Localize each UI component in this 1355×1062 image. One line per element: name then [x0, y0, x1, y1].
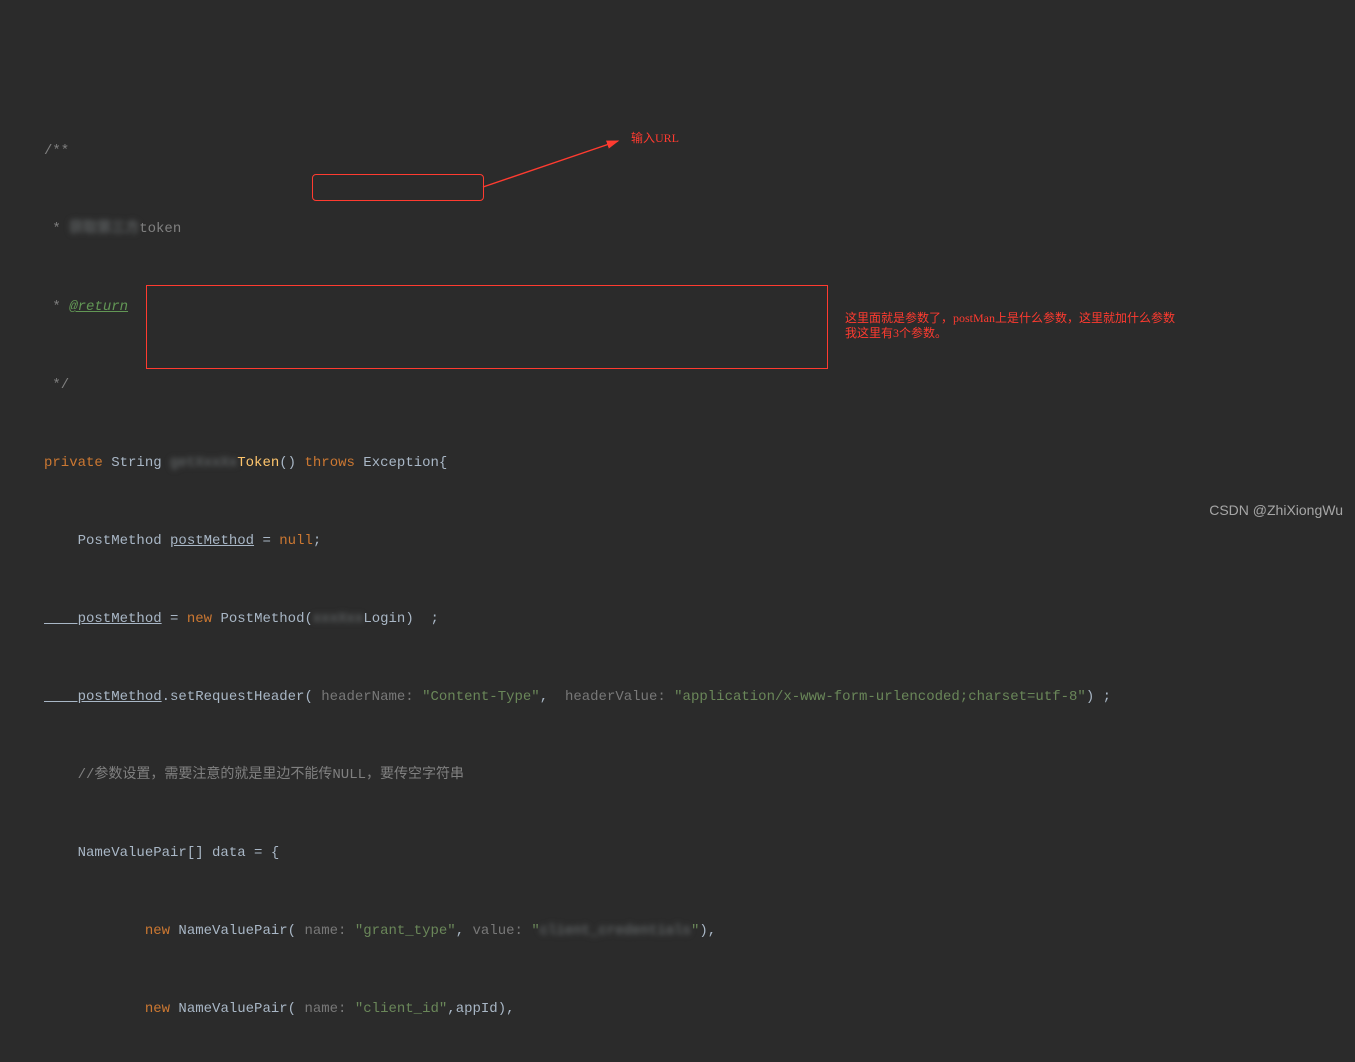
code-line: NameValuePair[] data = { — [44, 840, 1355, 866]
comment-close: */ — [44, 377, 69, 393]
javadoc-return-tag: @return — [69, 299, 128, 315]
annotation-label-params: 这里面就是参数了，postMan上是什么参数，这里就加什么参数 我这里有3个参数… — [845, 311, 1335, 341]
blurred-text: 获取第三方 — [69, 221, 139, 237]
param-hint: headerValue: — [565, 689, 674, 705]
blurred-url-arg: xxxXxx — [313, 611, 363, 627]
code-line: //参数设置，需要注意的就是里边不能传NULL，要传空字符串 — [44, 762, 1355, 788]
code-line: new NameValuePair( name: "client_id",app… — [44, 996, 1355, 1022]
annotation-label-url: 输入URL — [631, 131, 679, 146]
code-line: */ — [44, 372, 1355, 398]
code-line: /** — [44, 138, 1355, 164]
code-line: * 获取第三方token — [44, 216, 1355, 242]
code-editor: /** * 获取第三方token * @return */ private St… — [0, 0, 1355, 1062]
code-line: private String getXxxXxToken() throws Ex… — [44, 450, 1355, 476]
code-line: new NameValuePair( name: "grant_type", v… — [44, 918, 1355, 944]
blurred-value: client_credentials — [540, 923, 691, 939]
param-hint: headerName: — [321, 689, 422, 705]
code-line: postMethod = new PostMethod(xxxXxxLogin)… — [44, 606, 1355, 632]
watermark: CSDN @ZhiXiongWu — [1209, 497, 1343, 523]
comment-open: /** — [44, 143, 69, 159]
blurred-method-name: getXxxXx — [170, 455, 237, 471]
code-line: PostMethod postMethod = null; — [44, 528, 1355, 554]
code-line: postMethod.setRequestHeader( headerName:… — [44, 684, 1355, 710]
inline-comment: //参数设置，需要注意的就是里边不能传NULL，要传空字符串 — [44, 767, 464, 783]
